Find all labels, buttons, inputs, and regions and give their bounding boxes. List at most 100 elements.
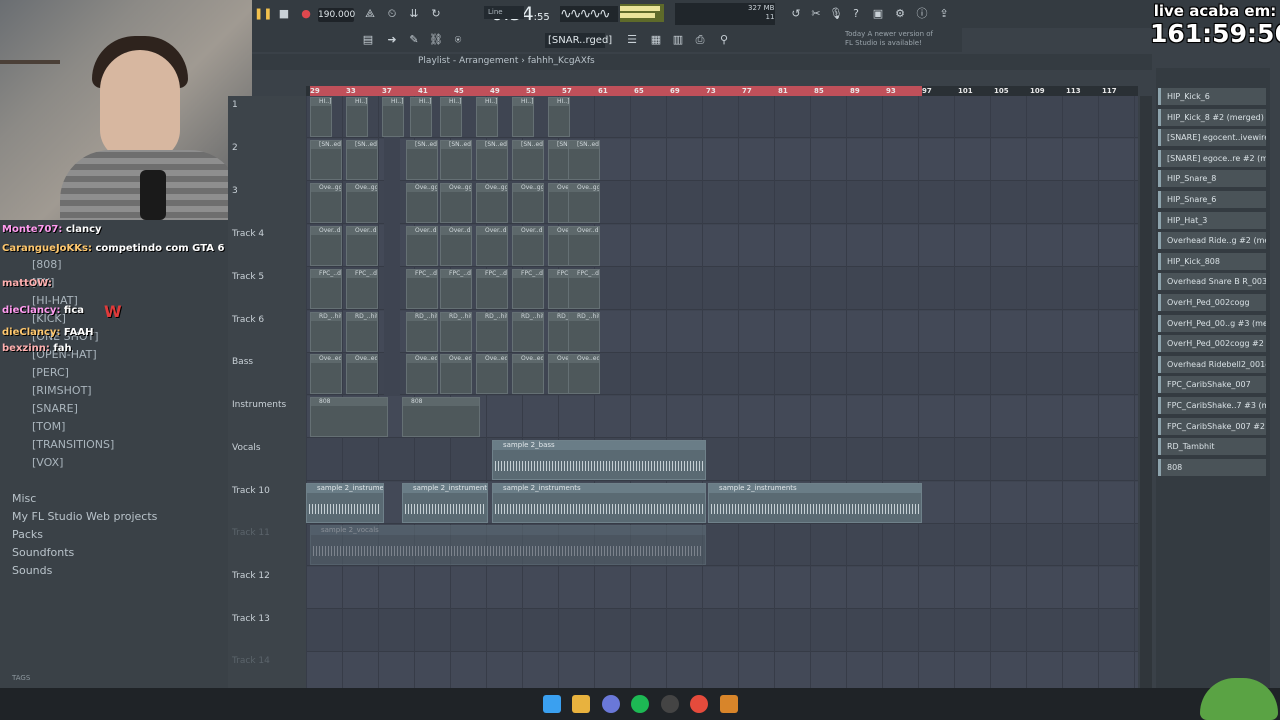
pattern-clip[interactable]: RD_..hit — [568, 312, 600, 352]
wait-icon[interactable]: ⏲ — [384, 6, 400, 22]
track-name[interactable]: Track 11 — [232, 528, 270, 538]
browser-folder-item[interactable]: [RIMSHOT] — [32, 384, 92, 397]
pattern-clip[interactable]: Ove..gg — [310, 183, 342, 223]
browser-folder[interactable]: Soundfonts — [12, 546, 74, 559]
export-icon[interactable]: ⇪ — [936, 6, 952, 22]
vertical-scrollbar[interactable] — [1140, 96, 1152, 688]
audio-clip-vocals-muted[interactable]: sample 2_vocals — [310, 525, 706, 565]
obs-icon[interactable] — [661, 695, 679, 713]
pattern-clip[interactable]: Ove..ed] — [476, 354, 508, 394]
pattern-clip[interactable]: Ove..gg — [476, 183, 508, 223]
track-name[interactable]: Track 5 — [232, 272, 264, 282]
pattern-clip[interactable]: RD_..hit — [512, 312, 544, 352]
mic-icon[interactable]: 🎙 — [828, 6, 844, 22]
news-panel[interactable]: Today A newer version of FL Studio is ava… — [845, 30, 933, 48]
playlist-icon[interactable]: ▤ — [360, 32, 376, 48]
discord-icon[interactable] — [602, 695, 620, 713]
audio-clip-bass[interactable]: sample 2_bass — [492, 440, 706, 480]
pattern-clip[interactable]: HI..] — [310, 97, 332, 137]
channel-item[interactable]: Overhead Ridebell2_001ogg — [1158, 355, 1266, 373]
channel-item[interactable]: FPC_CaribShake..7 #3 (merged) — [1158, 397, 1266, 414]
tempo-display[interactable]: 190.000 — [318, 8, 355, 22]
pattern-clip[interactable]: FPC_..d] — [440, 269, 472, 309]
track-row[interactable] — [306, 610, 1138, 652]
channel-item[interactable]: HIP_Snare_6 — [1158, 191, 1266, 208]
pattern-clip[interactable]: FPC_..d] — [512, 269, 544, 309]
record-icon[interactable]: ● — [298, 6, 314, 22]
pattern-clip[interactable]: HI..] — [346, 97, 368, 137]
pattern-clip[interactable]: Ove..gg — [440, 183, 472, 223]
channel-item[interactable]: HIP_Kick_8 #2 (merged) — [1158, 108, 1266, 126]
spotify-icon[interactable] — [631, 695, 649, 713]
channel-item[interactable]: HIP_Snare_8 — [1158, 170, 1266, 188]
pattern-clip[interactable]: Ove..ed] — [346, 354, 378, 394]
pattern-clip[interactable]: HI..] — [382, 97, 404, 137]
pattern-clip[interactable]: RD_..hit — [440, 312, 472, 352]
browser-folder[interactable]: My FL Studio Web projects — [12, 510, 157, 523]
pattern-select[interactable]: [SNAR..rged] — [545, 33, 612, 48]
pencil-icon[interactable]: ✎ — [406, 32, 422, 48]
undo-icon[interactable]: ↺ — [788, 6, 804, 22]
file-explorer-icon[interactable] — [572, 695, 590, 713]
track-row[interactable] — [306, 439, 1138, 481]
track-name[interactable]: Instruments — [232, 400, 286, 410]
browser-folder[interactable]: Packs — [12, 528, 43, 541]
channel-item[interactable]: OverH_Ped_00..g #3 (merged) — [1158, 314, 1266, 332]
pattern-clip[interactable]: [SN..ed] — [568, 140, 600, 180]
pattern-clip-808[interactable]: 808 — [402, 397, 480, 437]
track-row[interactable] — [306, 652, 1138, 688]
pattern-clip[interactable]: Over..d] — [568, 226, 600, 266]
chrome-icon[interactable] — [690, 695, 708, 713]
plugin-picker-icon[interactable]: ⚲ — [716, 32, 732, 48]
pattern-clip[interactable]: Ove..ed] — [512, 354, 544, 394]
pattern-clip[interactable]: Over..d] — [512, 226, 544, 266]
pattern-clip-808[interactable]: 808 — [310, 397, 388, 437]
track-name[interactable]: Vocals — [232, 443, 261, 453]
pattern-clip[interactable]: RD_..hit — [310, 312, 342, 352]
mixer-icon[interactable]: ☰ — [624, 32, 640, 48]
track-name[interactable]: 2 — [232, 143, 238, 153]
pattern-clip[interactable]: Over..d] — [346, 226, 378, 266]
track-name[interactable]: Track 6 — [232, 315, 264, 325]
track-name[interactable]: Track 14 — [232, 656, 270, 666]
pattern-clip[interactable]: RD_..hit — [406, 312, 438, 352]
pattern-clip[interactable]: HI..] — [410, 97, 432, 137]
pause-icon[interactable]: ❚❚ — [254, 6, 272, 22]
pattern-clip[interactable]: Over..d] — [310, 226, 342, 266]
browser-folder-item[interactable]: [TOM] — [32, 420, 65, 433]
channel-rack-icon[interactable]: ▦ — [648, 32, 664, 48]
audio-clip-instruments[interactable]: sample 2_instruments — [306, 483, 384, 523]
loop-region[interactable] — [310, 86, 922, 96]
pattern-clip[interactable]: Ove..gg — [568, 183, 600, 223]
snap-select[interactable]: Line — [484, 6, 524, 19]
pattern-clip[interactable]: FPC_..d] — [310, 269, 342, 309]
channel-item[interactable]: [SNARE] egocent..ivewire snare — [1158, 129, 1266, 147]
piano-roll-icon[interactable]: ▥ — [670, 32, 686, 48]
fl-studio-icon[interactable] — [720, 695, 738, 713]
audio-clip-instruments[interactable]: sample 2_instruments — [708, 483, 922, 523]
track-row[interactable] — [306, 567, 1138, 609]
channel-item[interactable]: OverH_Ped_002cogg — [1158, 294, 1266, 311]
pattern-clip[interactable]: Over..d] — [406, 226, 438, 266]
channel-item[interactable]: Overhead Snare B R_003ogg — [1158, 273, 1266, 291]
channel-item[interactable]: RD_Tambhit — [1158, 438, 1266, 456]
pattern-clip[interactable]: Ove..gg — [512, 183, 544, 223]
channel-item[interactable]: HIP_Kick_808 — [1158, 252, 1266, 270]
pattern-clip[interactable]: Ove..gg — [406, 183, 438, 223]
track-name[interactable]: 3 — [232, 186, 238, 196]
windows-start-icon[interactable] — [543, 695, 561, 713]
loop-record-icon[interactable]: ↻ — [428, 6, 444, 22]
pattern-clip[interactable]: [SN..ed] — [476, 140, 508, 180]
audio-clip-instruments[interactable]: sample 2_instruments — [492, 483, 706, 523]
cut-icon[interactable]: ✂ — [808, 6, 824, 22]
stop-icon[interactable]: ■ — [276, 6, 292, 22]
pattern-clip[interactable]: Over..d] — [440, 226, 472, 266]
track-name[interactable]: Bass — [232, 357, 253, 367]
pattern-clip[interactable]: [SN..ed] — [440, 140, 472, 180]
audio-clip-instruments[interactable]: sample 2_instruments — [402, 483, 488, 523]
link-icon[interactable]: ⛓ — [428, 32, 444, 48]
playlist-grid[interactable]: HI..] HI..] HI..] HI..] HI..] HI..] HI..] HI..]… — [306, 96, 1138, 688]
browser-folder-item[interactable]: [808] — [32, 258, 62, 271]
track-name[interactable]: Track 12 — [232, 571, 270, 581]
track-name[interactable]: Track 4 — [232, 229, 264, 239]
